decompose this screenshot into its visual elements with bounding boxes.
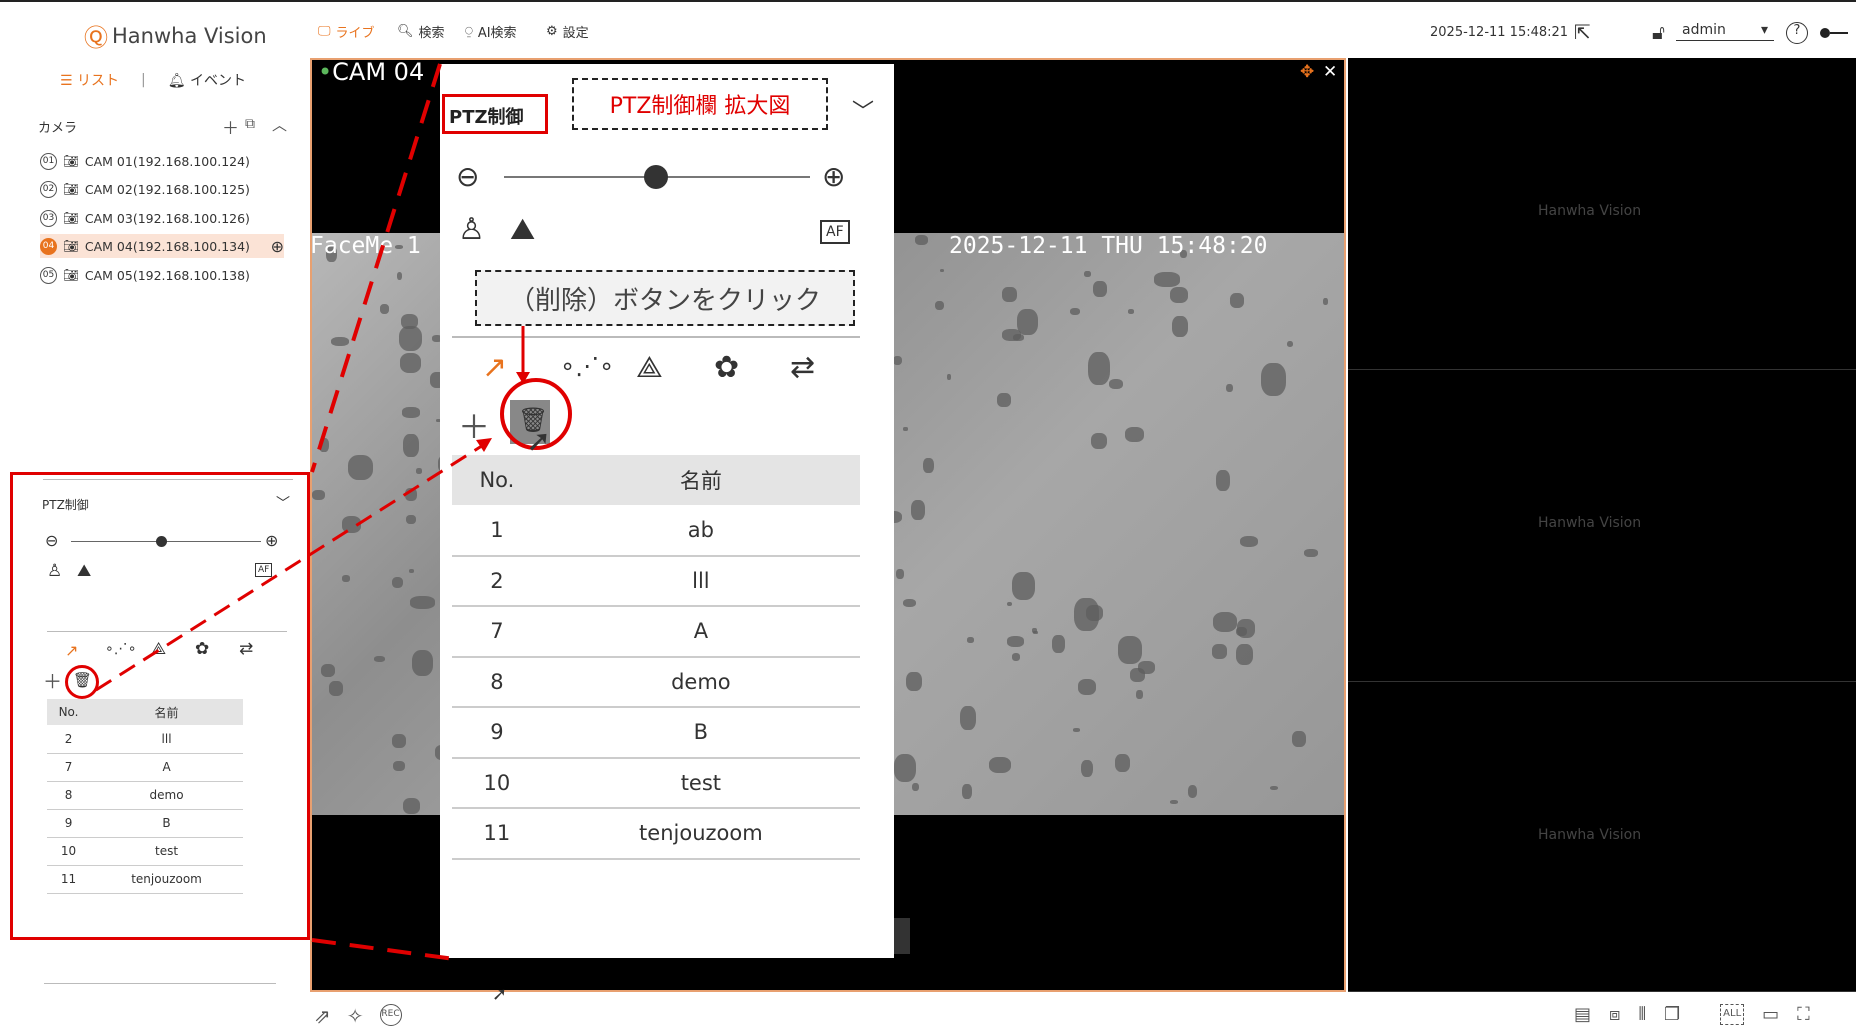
callout-line-delete xyxy=(95,440,489,692)
statistics-icon[interactable]: ⫴ xyxy=(1638,1004,1646,1025)
list-view-icon[interactable]: ▤ xyxy=(1574,1004,1591,1025)
arrowhead xyxy=(476,438,492,452)
callout-line-bottom xyxy=(311,938,463,962)
callout-line-top xyxy=(310,63,442,473)
layers-icon[interactable]: ❐ xyxy=(1664,1004,1680,1025)
bottom-left-toolbar: ⇗ ✧ REC xyxy=(314,1004,402,1028)
export-icon[interactable]: ⇗ xyxy=(314,1004,331,1028)
bottom-right-toolbar: ▤ ⧈ ⫴ ❐ ALL ▭ ⛶ xyxy=(1574,1004,1810,1025)
camera-info-icon[interactable]: ⧈ xyxy=(1609,1004,1620,1025)
mouse-cursor-icon: ➚ xyxy=(492,984,508,1005)
annotation-overlay xyxy=(95,63,530,962)
rec-icon[interactable]: REC xyxy=(379,1004,402,1026)
window-icon[interactable]: ▭ xyxy=(1762,1004,1779,1025)
event-check-icon[interactable]: ✧ xyxy=(347,1004,364,1028)
all-screens-icon[interactable]: ALL xyxy=(1720,1004,1745,1025)
arrowhead xyxy=(516,372,530,384)
fullscreen-icon[interactable]: ⛶ xyxy=(1797,1004,1810,1025)
